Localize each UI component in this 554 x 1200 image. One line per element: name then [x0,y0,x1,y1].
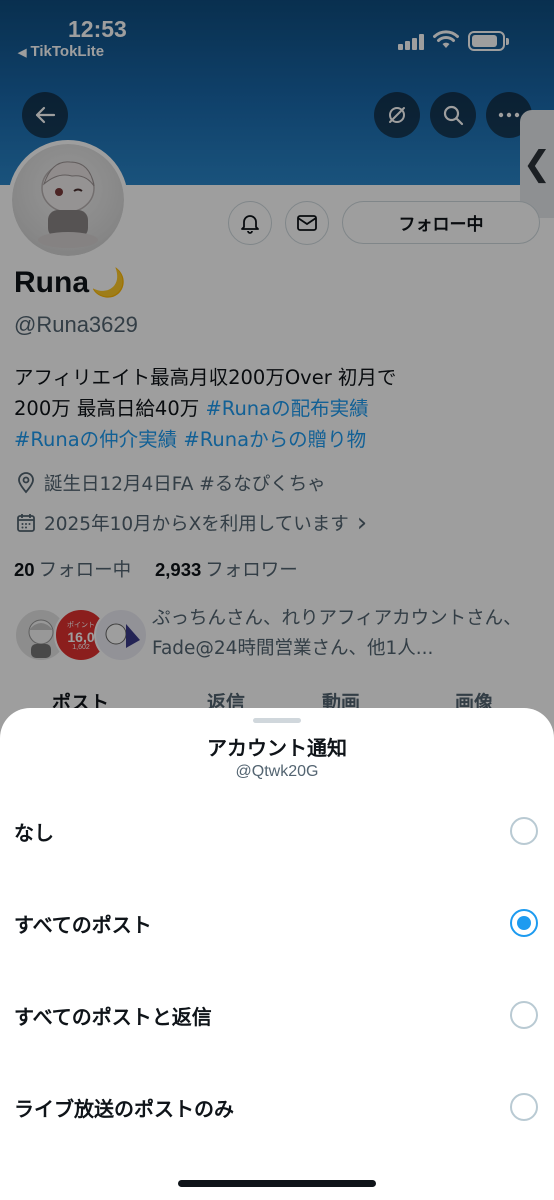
option-label: すべてのポスト [14,912,152,937]
option-none[interactable]: なし [0,796,554,866]
option-all-posts-and-replies[interactable]: すべてのポストと返信 [0,980,554,1050]
option-all-posts[interactable]: すべてのポスト [0,888,554,958]
home-indicator[interactable] [178,1180,376,1187]
sheet-grabber[interactable] [253,718,301,723]
radio-button[interactable] [510,1093,538,1121]
option-live-broadcast-posts[interactable]: ライブ放送のポストのみ [0,1072,554,1142]
option-label: ライブ放送のポストのみ [14,1096,234,1121]
option-label: なし [14,820,54,845]
sheet-title: アカウント通知 [207,736,347,760]
option-label: すべてのポストと返信 [14,1004,212,1029]
radio-button[interactable] [510,1001,538,1029]
radio-button-selected[interactable] [510,909,538,937]
radio-button[interactable] [510,817,538,845]
account-notifications-sheet: アカウント通知 @Qtwk20G なし すべてのポスト すべてのポストと返信 ラ… [0,708,554,1200]
sheet-subtitle: @Qtwk20G [235,763,319,780]
